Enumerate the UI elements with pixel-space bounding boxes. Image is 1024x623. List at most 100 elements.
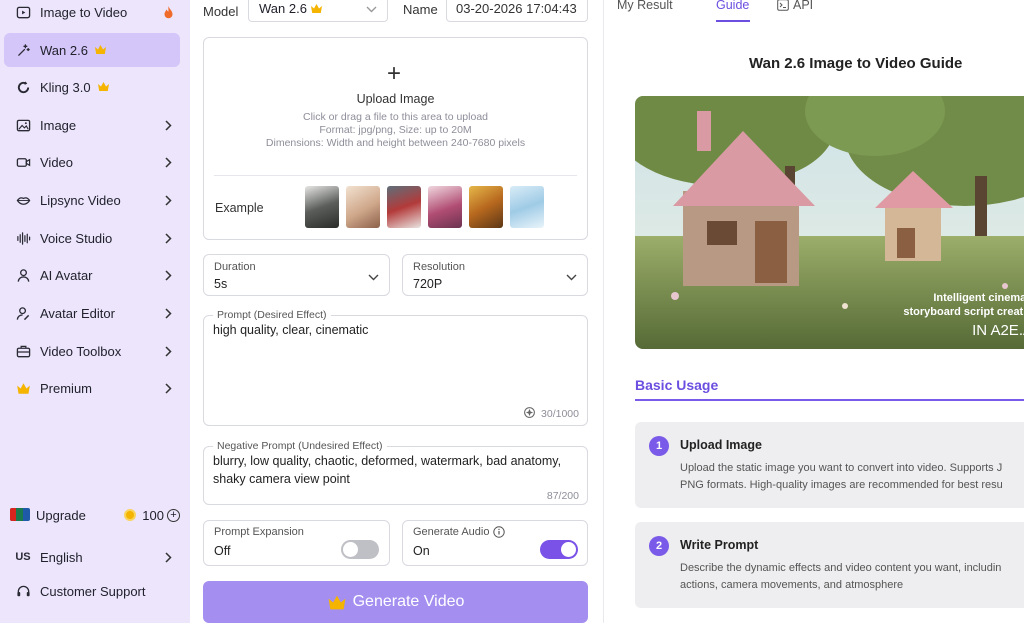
info-icon[interactable]: [493, 526, 506, 538]
generate-audio-toggle[interactable]: [540, 540, 578, 559]
prompt-counter: 30/1000: [541, 408, 579, 420]
model-value: Wan 2.6: [259, 0, 307, 16]
sidebar-item-wan[interactable]: Wan 2.6: [4, 33, 180, 67]
example-thumb[interactable]: [305, 186, 339, 228]
model-select[interactable]: Wan 2.6: [248, 0, 388, 22]
chevron-down-icon: [366, 1, 377, 16]
duration-label: Duration: [214, 261, 256, 273]
step-title: Upload Image: [680, 438, 762, 452]
sidebar-item-ai-avatar[interactable]: AI Avatar: [4, 258, 180, 292]
upgrade-link[interactable]: Upgrade: [36, 508, 124, 523]
user-edit-icon: [14, 304, 32, 322]
language-selector[interactable]: US English: [4, 540, 180, 574]
example-thumb[interactable]: [387, 186, 421, 228]
example-thumb[interactable]: [428, 186, 462, 228]
step-description-line: actions, camera movements, and atmospher…: [680, 579, 904, 591]
upload-format: Format: jpg/png, Size: up to 20M: [319, 124, 472, 136]
toggle-knob: [561, 542, 576, 557]
sidebar-item-label: Avatar Editor: [40, 305, 115, 321]
sidebar-item-label: Premium: [40, 380, 93, 396]
sidebar-item-video[interactable]: Video: [4, 145, 180, 179]
upload-title: Upload Image: [356, 92, 435, 106]
video-icon: [14, 153, 32, 171]
negative-prompt-textarea[interactable]: Negative Prompt (Undesired Effect) blurr…: [203, 440, 588, 505]
chevron-down-icon: [566, 268, 577, 286]
generate-audio-field: Generate Audio On: [402, 520, 588, 566]
sidebar-item-label: Video: [40, 154, 74, 170]
generate-video-button[interactable]: Generate Video: [203, 581, 588, 623]
prompt-textarea[interactable]: Prompt (Desired Effect) high quality, cl…: [203, 309, 588, 426]
chevron-right-icon: [160, 345, 176, 357]
support-label: Customer Support: [40, 583, 146, 599]
negative-prompt-counter: 87/200: [546, 490, 579, 502]
negative-prompt-text: blurry, low quality, chaotic, deformed, …: [213, 454, 562, 486]
negative-prompt-label: Negative Prompt (Undesired Effect): [213, 440, 387, 452]
step-description-line: PNG formats. High-quality images are rec…: [680, 479, 1003, 491]
guide-panel: My Result Guide API Wan 2.6 Image to Vid…: [603, 0, 1024, 623]
example-thumb[interactable]: [469, 186, 503, 228]
divider: [214, 175, 577, 176]
prompt-text: high quality, clear, cinematic: [213, 323, 369, 337]
crown-icon: [14, 379, 32, 397]
sidebar-item-video-toolbox[interactable]: Video Toolbox: [4, 334, 180, 368]
generate-video-label: Generate Video: [352, 593, 465, 610]
tab-api-label: API: [793, 0, 814, 12]
chevron-right-icon: [160, 382, 176, 394]
prompt-expansion-field: Prompt Expansion Off: [203, 520, 390, 566]
image-to-video-icon: [14, 3, 32, 21]
sidebar-item-premium[interactable]: Premium: [4, 371, 180, 405]
coin-icon: [124, 509, 137, 521]
tab-my-result[interactable]: My Result: [617, 0, 673, 12]
waveform-icon: [14, 229, 32, 247]
upload-dimensions: Dimensions: Width and height between 240…: [265, 137, 526, 149]
sidebar-item-label: Video Toolbox: [40, 343, 122, 359]
tab-guide[interactable]: Guide: [716, 0, 749, 12]
step-card: 2 Write Prompt Describe the dynamic effe…: [635, 522, 1024, 608]
guide-title: Wan 2.6 Image to Video Guide: [749, 55, 963, 72]
add-credits-icon[interactable]: +: [167, 508, 180, 522]
sidebar-item-avatar-editor[interactable]: Avatar Editor: [4, 296, 180, 330]
prompt-label: Prompt (Desired Effect): [213, 309, 331, 321]
tab-api[interactable]: API: [777, 0, 813, 12]
resolution-select[interactable]: Resolution 720P: [402, 254, 588, 296]
sidebar-item-image-to-video[interactable]: Image to Video: [4, 0, 180, 29]
sparkle-icon: [14, 41, 32, 59]
example-thumb[interactable]: [346, 186, 380, 228]
generation-form: Model Wan 2.6 Name 03-20-2026 17:04:43 +…: [190, 0, 603, 623]
hero-caption-line1: Intelligent cinemati: [933, 292, 1024, 304]
chevron-right-icon: [160, 194, 176, 206]
chevron-right-icon: [160, 119, 176, 131]
duration-select[interactable]: Duration 5s: [203, 254, 390, 296]
example-thumb[interactable]: [510, 186, 544, 228]
customer-support-link[interactable]: Customer Support: [4, 574, 180, 608]
name-label: Name: [403, 2, 438, 17]
sidebar-item-image[interactable]: Image: [4, 108, 180, 142]
sidebar-item-label: Lipsync Video: [40, 192, 121, 208]
chevron-right-icon: [160, 307, 176, 319]
sidebar-item-label: Image to Video: [40, 4, 128, 20]
step-title: Write Prompt: [680, 538, 759, 552]
section-underline: [635, 399, 1024, 401]
sidebar-item-lipsync-video[interactable]: Lipsync Video: [4, 183, 180, 217]
hero-caption-line3: IN A2E.A: [972, 322, 1024, 339]
step-number: 1: [649, 436, 669, 456]
step-description-line: Upload the static image you want to conv…: [680, 462, 1003, 474]
upload-dropzone[interactable]: + Upload Image Click or drag a file to t…: [203, 37, 588, 240]
crown-icon: [310, 3, 323, 14]
prompt-expansion-toggle[interactable]: [341, 540, 379, 559]
resolution-value: 720P: [413, 277, 443, 291]
active-tab-indicator: [716, 20, 750, 22]
step-card: 1 Upload Image Upload the static image y…: [635, 422, 1024, 508]
guide-hero-image: Intelligent cinemati storyboard script c…: [635, 96, 1024, 349]
sidebar-item-label: Kling 3.0: [40, 79, 91, 95]
sidebar-item-voice-studio[interactable]: Voice Studio: [4, 221, 180, 255]
crown-icon: [97, 81, 110, 92]
name-input[interactable]: 03-20-2026 17:04:43: [446, 0, 588, 22]
ai-sparkle-icon[interactable]: [523, 406, 536, 422]
chevron-right-icon: [160, 156, 176, 168]
step-description-line: Describe the dynamic effects and video c…: [680, 562, 1002, 574]
credits-count: 100: [142, 507, 164, 523]
toggle-knob: [343, 542, 358, 557]
sidebar-item-kling[interactable]: Kling 3.0: [4, 70, 180, 104]
chevron-down-icon: [368, 268, 379, 286]
